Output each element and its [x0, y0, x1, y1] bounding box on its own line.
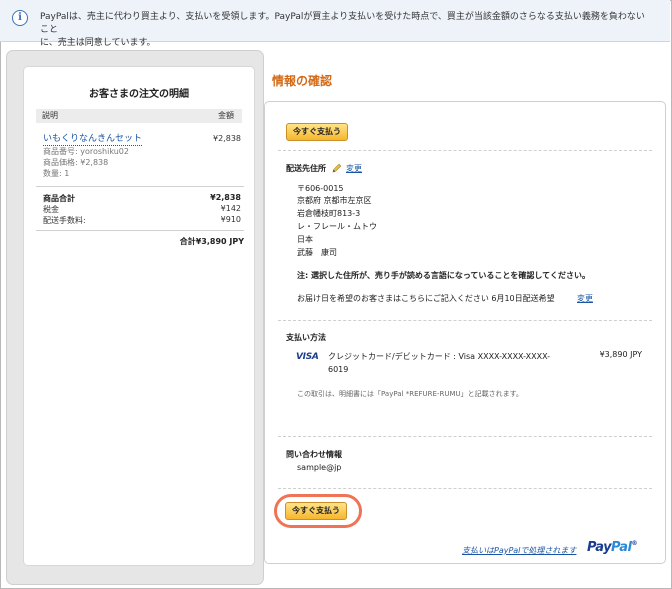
shipping-fee-value: ¥910 — [220, 215, 241, 224]
column-description: 説明 — [42, 111, 58, 120]
column-amount: 金額 — [218, 111, 234, 120]
order-summary-title: お客さまの注文の明細 — [89, 89, 189, 100]
address-line: 京都府 京都市左京区 — [297, 196, 372, 205]
paypal-processed-link[interactable]: 支払いはPayPalで処理されます — [462, 545, 576, 556]
change-delivery-note-link[interactable]: 変更 — [577, 293, 593, 304]
item-quantity: 数量: 1 — [43, 169, 70, 178]
pencil-icon — [332, 163, 342, 173]
section-divider — [278, 150, 652, 151]
payment-amount: ¥3,890 JPY — [599, 350, 642, 359]
confirm-title: 情報の確認 — [272, 74, 333, 88]
item-unit-price: 商品価格: ¥2,838 — [43, 158, 109, 167]
address-line: レ・フレール・ムトウ — [297, 222, 377, 231]
notice-line-2: に、売主は同意しています。 — [40, 38, 156, 48]
shipping-fee-label: 配送手数料: — [43, 216, 86, 225]
contact-email: sample@jp — [297, 463, 342, 472]
section-divider — [278, 488, 652, 489]
order-summary-card: お客さまの注文の明細 説明 金額 いもくりなんきんセット ¥2,838 商品番号… — [23, 66, 255, 566]
pay-now-button-bottom[interactable]: 今すぐ支払う — [285, 502, 347, 520]
paypal-logo-pal: Pal — [611, 540, 632, 555]
section-divider — [278, 320, 652, 321]
statement-note: この取引は、明細書には「PayPal *REFURE-RUMU」と記載されます。 — [297, 390, 523, 398]
order-summary-panel: お客さまの注文の明細 説明 金額 いもくりなんきんセット ¥2,838 商品番号… — [6, 50, 264, 585]
change-address-link[interactable]: 変更 — [346, 163, 362, 174]
subtotal-label: 商品合計 — [43, 194, 75, 203]
address-line: 〒606-0015 — [297, 184, 344, 193]
info-icon: i — [12, 10, 28, 26]
address-line: 岩倉幡枝町813-3 — [297, 209, 361, 218]
visa-logo-icon: VISA — [296, 352, 319, 362]
address-line: 日本 — [297, 235, 313, 244]
item-sku: 商品番号: yoroshiku02 — [43, 147, 129, 156]
paypal-logo: PayPal® — [587, 540, 637, 555]
card-line-1: クレジットカード/デビットカード : Visa XXXX-XXXX-XXXX- — [328, 352, 551, 361]
pay-now-button-top[interactable]: 今すぐ支払う — [286, 123, 348, 141]
item-name-link[interactable]: いもくりなんきんセット — [43, 134, 143, 146]
grand-total: 合計¥3,890 JPY — [179, 237, 244, 246]
delivery-note: お届け日を希望のお客さまはこちらにご記入ください 6月10日配送希望 — [297, 294, 555, 303]
address-line: 武藤 康司 — [297, 248, 337, 257]
shipping-address-title: 配送先住所 — [286, 164, 326, 173]
notice-line-1: PayPalは、売主に代わり買主より、支払いを受領します。PayPalが買主より… — [40, 12, 645, 35]
paypal-logo-pay: Pay — [587, 540, 612, 555]
order-summary-header: 説明 金額 — [36, 109, 242, 123]
subtotal-value: ¥2,838 — [210, 193, 241, 202]
contact-info-title: 問い合わせ情報 — [286, 450, 342, 459]
item-price: ¥2,838 — [213, 134, 241, 143]
section-divider — [278, 436, 652, 437]
tax-label: 税金 — [43, 205, 59, 214]
card-description: クレジットカード/デビットカード : Visa XXXX-XXXX-XXXX- … — [328, 350, 574, 376]
paypal-notice: PayPalは、売主に代わり買主より、支払いを受領します。PayPalが買主より… — [0, 0, 670, 48]
paypal-logo-tm: ® — [631, 540, 637, 547]
card-line-2: 6019 — [328, 365, 349, 374]
tax-value: ¥142 — [220, 204, 241, 213]
summary-divider — [36, 186, 244, 187]
payment-method-title: 支払い方法 — [286, 333, 326, 342]
summary-divider — [36, 230, 244, 231]
address-language-note: 注: 選択した住所が、売り手が読める言語になっていることを確認してください。 — [297, 271, 590, 280]
